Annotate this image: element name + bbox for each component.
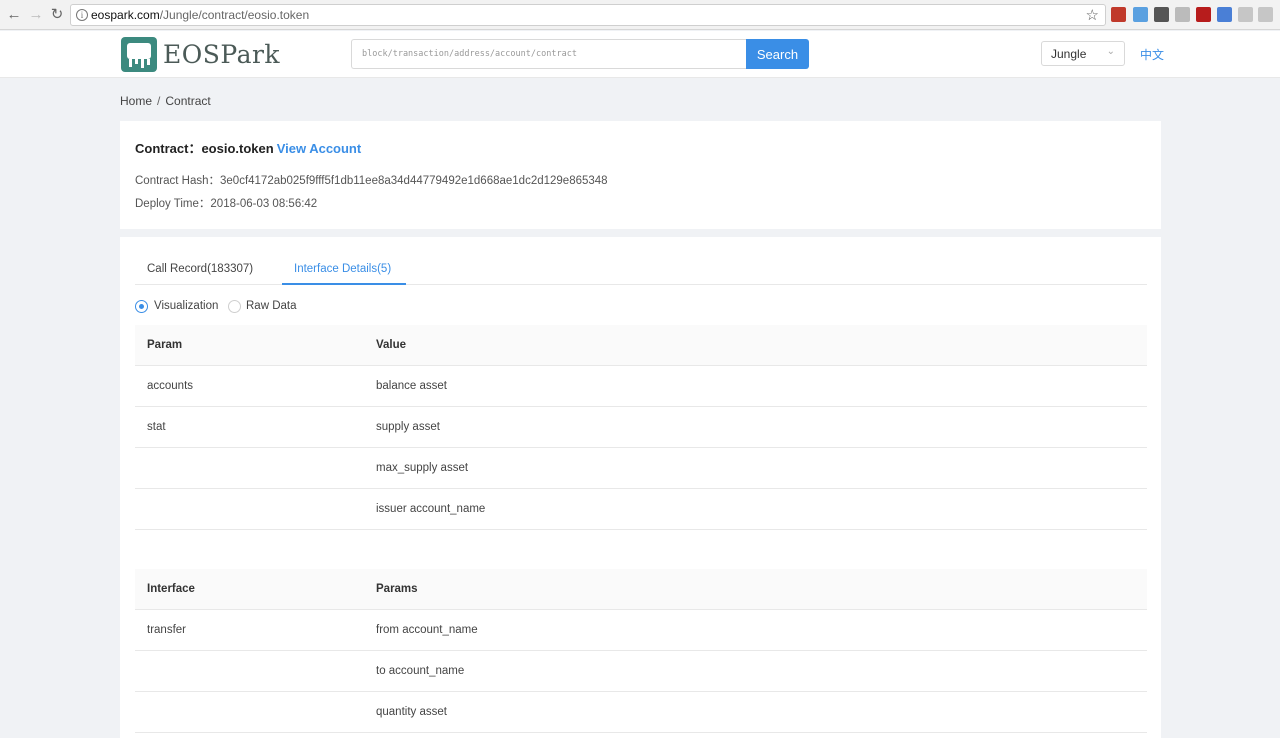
table-cell: to account_name <box>376 665 465 677</box>
logo-icon[interactable] <box>121 37 157 72</box>
page-info-icon[interactable]: i <box>76 9 88 21</box>
forward-arrow-icon[interactable]: → <box>27 6 45 24</box>
logo-icon-inner <box>127 43 151 59</box>
interfaces-table: Interface Params transfer from account_n… <box>135 569 1147 733</box>
radio-visualization-label[interactable]: Visualization <box>154 300 218 312</box>
breadcrumb-current: Contract <box>165 94 211 108</box>
breadcrumb: Home / Contract <box>120 94 211 108</box>
logo-drip <box>135 59 138 64</box>
browser-toolbar: ← → ↻ i eospark.com/Jungle/contract/eosi… <box>0 0 1280 30</box>
logo-text[interactable]: EOSPark <box>163 40 280 69</box>
radio-visualization[interactable] <box>135 300 148 313</box>
active-tab-indicator <box>282 283 406 285</box>
table-cell: balance asset <box>376 380 447 392</box>
language-link[interactable]: 中文 <box>1140 46 1164 63</box>
table-row: max_supply asset <box>135 448 1147 489</box>
logo-drip <box>147 59 150 65</box>
tab-interface-details[interactable]: Interface Details(5) <box>294 263 391 275</box>
url-path: /Jungle/contract/eosio.token <box>159 8 310 22</box>
tab-call-record[interactable]: Call Record(183307) <box>147 263 253 275</box>
table-row: transfer from account_name <box>135 610 1147 651</box>
contract-title-label: Contract：eosio.token <box>135 141 274 156</box>
table-header-row: Param Value <box>135 325 1147 366</box>
table-cell: issuer account_name <box>376 503 486 515</box>
site-header: EOSPark Search Jungle ⌄ 中文 <box>0 31 1280 78</box>
radio-raw-data[interactable] <box>228 300 241 313</box>
table-row: stat supply asset <box>135 407 1147 448</box>
cloud-icon[interactable] <box>1238 7 1253 22</box>
back-arrow-icon[interactable]: ← <box>5 6 23 24</box>
column-header-params: Params <box>376 583 418 595</box>
address-bar[interactable]: i eospark.com/Jungle/contract/eosio.toke… <box>70 4 1106 26</box>
column-header-param: Param <box>147 339 183 351</box>
network-select[interactable]: Jungle ⌄ <box>1041 41 1125 66</box>
radio-raw-data-label[interactable]: Raw Data <box>246 300 297 312</box>
table-row: accounts balance asset <box>135 366 1147 407</box>
contract-title: Contract：eosio.token View Account <box>135 138 361 157</box>
contract-hash: Contract Hash：3e0cf4172ab025f9fff5f1db11… <box>135 175 608 187</box>
extension-puzzle-icon[interactable] <box>1258 7 1273 22</box>
column-header-interface: Interface <box>147 583 195 595</box>
table-header-row: Interface Params <box>135 569 1147 610</box>
evernote-icon[interactable] <box>1154 7 1169 22</box>
contract-info-card: Contract：eosio.token View Account Contrac… <box>120 121 1161 229</box>
url-host: eospark.com <box>91 8 160 22</box>
breadcrumb-home[interactable]: Home <box>120 94 152 108</box>
translate-icon[interactable] <box>1217 7 1232 22</box>
tables-table: Param Value accounts balance asset stat … <box>135 325 1147 530</box>
reload-icon[interactable]: ↻ <box>48 6 66 24</box>
extension-4-icon[interactable] <box>1196 7 1211 22</box>
table-cell: from account_name <box>376 624 478 636</box>
bookmark-star-icon[interactable]: ☆ <box>1086 6 1099 24</box>
lastpass-icon[interactable] <box>1111 7 1126 22</box>
column-header-value: Value <box>376 339 407 351</box>
view-account-link[interactable]: View Account <box>277 141 362 156</box>
address-url[interactable]: eospark.com/Jungle/contract/eosio.token <box>91 8 309 22</box>
table-cell: max_supply asset <box>376 462 469 474</box>
table-row: issuer account_name <box>135 489 1147 530</box>
network-select-value: Jungle <box>1051 47 1087 61</box>
logo-drip <box>141 59 144 68</box>
table-cell: stat <box>147 421 166 433</box>
tab-bar: Call Record(183307) Interface Details(5) <box>135 257 1147 285</box>
table-cell: accounts <box>147 380 194 392</box>
search-button[interactable]: Search <box>746 39 809 69</box>
extension-gray-icon[interactable] <box>1175 7 1190 22</box>
table-row: quantity asset <box>135 692 1147 733</box>
breadcrumb-separator: / <box>157 94 161 108</box>
table-cell: transfer <box>147 624 186 636</box>
deploy-time: Deploy Time：2018-06-03 08:56:42 <box>135 198 318 210</box>
search-input[interactable] <box>351 39 747 69</box>
chevron-down-icon: ⌄ <box>1106 46 1115 57</box>
table-row: to account_name <box>135 651 1147 692</box>
interface-details-card: Call Record(183307) Interface Details(5)… <box>120 237 1161 738</box>
extension-blue-icon[interactable] <box>1133 7 1148 22</box>
table-cell: supply asset <box>376 421 440 433</box>
logo-drip <box>129 59 132 67</box>
table-cell: quantity asset <box>376 706 447 718</box>
